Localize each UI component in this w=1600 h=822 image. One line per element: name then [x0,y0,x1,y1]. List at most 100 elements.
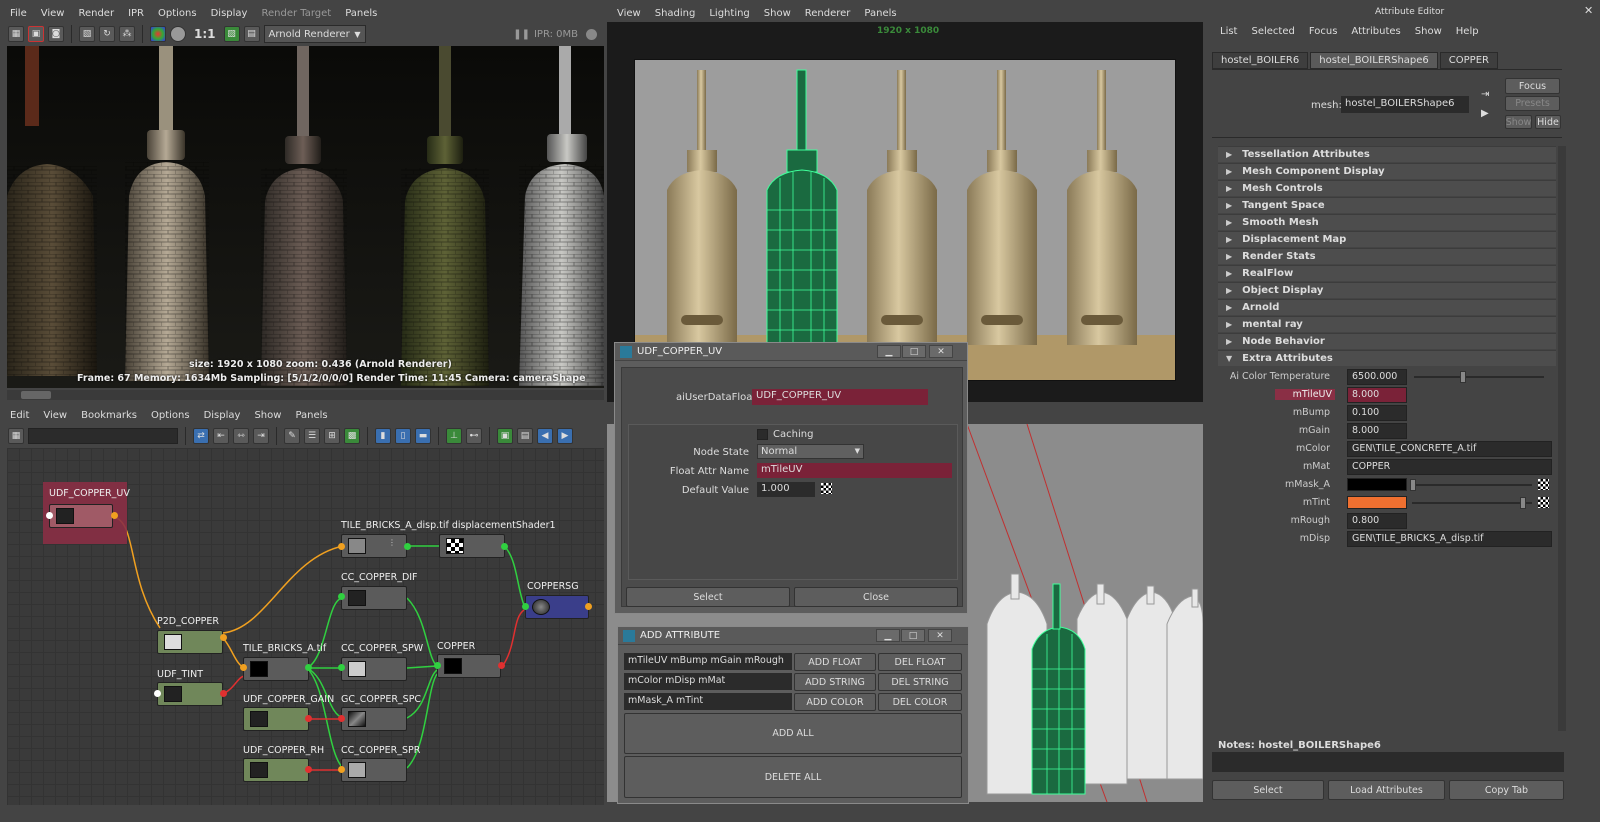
section-tangent-space[interactable]: ▶ Tangent Space [1218,197,1556,213]
pause-icon[interactable]: ❚❚ [513,29,530,40]
node-gc-spc[interactable] [341,707,407,731]
port-in[interactable] [338,664,345,671]
float-attr-field[interactable]: mTileUV [757,463,952,478]
delete-all-button[interactable]: DELETE ALL [624,756,962,798]
port-in[interactable] [154,690,161,697]
render-region-icon[interactable]: ▣ [28,26,44,42]
render-scrollbar[interactable] [7,390,604,400]
checker-map-icon[interactable] [1538,497,1549,508]
port-out[interactable] [220,634,227,641]
ne-menu-options[interactable]: Options [151,410,190,421]
renderer-select[interactable]: Arnold Renderer ▼ [263,25,366,43]
ne-search-input[interactable] [28,428,178,444]
section-extra-attributes[interactable]: ▼ Extra Attributes [1218,350,1556,366]
node-udf-copper-uv[interactable] [49,504,113,528]
section-mesh-controls[interactable]: ▶ Mesh Controls [1218,180,1556,196]
minimize-icon[interactable]: ▁ [877,345,901,358]
attr-editor-close-icon[interactable]: ✕ [1584,4,1593,17]
section-tessellation[interactable]: ▶ Tessellation Attributes [1218,146,1556,162]
menu-display[interactable]: Display [211,8,248,19]
ne-connected-icon[interactable]: ▯ [395,428,411,444]
ne-menu-bookmarks[interactable]: Bookmarks [81,410,137,421]
mrough-field[interactable]: 0.800 [1347,513,1407,529]
port-in[interactable] [434,662,441,669]
ae-select-button[interactable]: Select [1212,780,1324,800]
maximize-icon[interactable]: □ [902,345,926,358]
ne-grid-icon[interactable]: ▦ [8,428,24,444]
ae-menu-attributes[interactable]: Attributes [1351,26,1400,37]
node-editor-canvas[interactable]: UDF_COPPER_UV TILE_BRICKS_A_disp.tif dis… [7,448,604,805]
node-state-select[interactable]: Normal ▼ [757,444,864,459]
section-object-display[interactable]: ▶ Object Display [1218,282,1556,298]
section-smooth-mesh[interactable]: ▶ Smooth Mesh [1218,214,1556,230]
input-connection-icon[interactable]: ⇥ [1481,89,1489,100]
mbump-field[interactable]: 0.100 [1347,405,1407,421]
add-float-button[interactable]: ADD FLOAT [794,653,876,671]
ipr-icon[interactable]: ▧ [79,26,95,42]
mtint-swatch[interactable] [1347,496,1407,509]
ne-bookmark-add-icon[interactable]: ▤ [517,428,533,444]
ne-next-icon[interactable]: ▶ [557,428,573,444]
presets-button[interactable]: Presets [1505,96,1560,111]
ne-swatch-icon[interactable]: ▩ [344,428,360,444]
maximize-icon[interactable]: □ [901,629,925,642]
port-in[interactable] [46,512,53,519]
mmat-field[interactable]: COPPER [1347,459,1552,475]
focus-button[interactable]: Focus [1505,78,1560,94]
ne-simple-icon[interactable]: ▮ [375,428,391,444]
port-in[interactable] [522,603,529,610]
port-in[interactable] [338,543,345,550]
output-connection-icon[interactable]: ▶ [1481,108,1489,119]
vp-menu-renderer[interactable]: Renderer [805,8,851,19]
port-out[interactable] [498,662,505,669]
string-list-field[interactable]: mColor mDisp mMat [624,673,792,690]
ne-menu-show[interactable]: Show [254,410,281,421]
menu-ipr[interactable]: IPR [128,8,144,19]
port-in[interactable] [240,664,247,671]
minimize-icon[interactable]: ▁ [876,629,900,642]
ne-menu-view[interactable]: View [43,410,67,421]
snapshot-icon[interactable]: ◙ [48,26,64,42]
ne-menu-display[interactable]: Display [204,410,241,421]
ne-attr-icon[interactable]: ⊷ [466,428,482,444]
slider-handle[interactable] [1410,479,1416,491]
node-udf-gain[interactable] [243,707,309,731]
node-cc-dif[interactable] [341,586,407,610]
node-p2d-copper[interactable] [157,630,223,654]
section-displacement-map[interactable]: ▶ Displacement Map [1218,231,1556,247]
ne-pin-icon[interactable]: ⊥ [446,428,462,444]
ne-prev-icon[interactable]: ◀ [537,428,553,444]
port-out[interactable] [501,543,508,550]
select-button[interactable]: Select [626,587,790,607]
remove-image-icon[interactable]: ▤ [243,26,260,42]
add-color-button[interactable]: ADD COLOR [794,693,876,711]
show-button[interactable]: Show [1505,115,1532,129]
port-out[interactable] [585,603,592,610]
add-attr-titlebar[interactable]: ADD ATTRIBUTE ▁ □ ✕ [618,627,968,645]
ne-layout-icon[interactable]: ☰ [304,428,320,444]
close-icon[interactable]: ✕ [928,629,952,642]
close-button[interactable]: Close [794,587,958,607]
alpha-channel-icon[interactable] [170,26,186,42]
del-float-button[interactable]: DEL FLOAT [878,653,962,671]
menu-view[interactable]: View [41,8,65,19]
node-cc-spw[interactable] [341,657,407,681]
load-attributes-button[interactable]: Load Attributes [1328,780,1445,800]
section-mental-ray[interactable]: ▶ mental ray [1218,316,1556,332]
del-color-button[interactable]: DEL COLOR [878,693,962,711]
udf-dialog-titlebar[interactable]: UDF_COPPER_UV ▁ □ ✕ [615,343,967,361]
port-out[interactable] [305,664,312,671]
vp-menu-lighting[interactable]: Lighting [709,8,749,19]
ne-graph-icon[interactable]: ⇄ [193,428,209,444]
color-list-field[interactable]: mMask_A mTint [624,693,792,710]
node-tile-disp[interactable]: ⋮ [341,534,407,558]
color-temp-field[interactable]: 6500.000 [1347,369,1407,385]
node-coppersg[interactable] [525,595,589,619]
mmask-swatch[interactable] [1347,478,1407,491]
section-render-stats[interactable]: ▶ Render Stats [1218,248,1556,264]
ne-input-icon[interactable]: ⇤ [213,428,229,444]
node-udf-rh[interactable] [243,758,309,782]
menu-file[interactable]: File [10,8,27,19]
ne-full-icon[interactable]: ▬ [415,428,431,444]
slider-handle[interactable] [1460,371,1466,383]
